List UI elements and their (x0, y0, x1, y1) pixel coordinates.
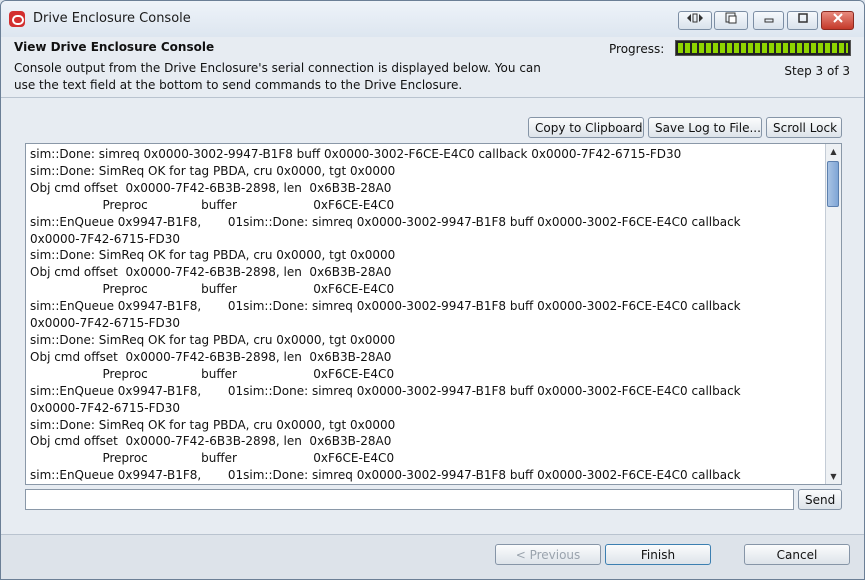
console-line: Obj cmd offset 0x0000-7F42-6B3B-2898, le… (30, 265, 392, 280)
console-line: sim::EnQueue 0x9947-B1F8, 01sim::Done: s… (30, 299, 741, 314)
progress-bar (675, 40, 851, 56)
console-line: sim::EnQueue 0x9947-B1F8, 01sim::Done: s… (30, 468, 741, 483)
console-panel: Copy to Clipboard Save Log to File... Sc… (1, 98, 864, 534)
send-button[interactable]: Send (798, 489, 842, 510)
oracle-logo-icon (9, 11, 25, 27)
wizard-header: View Drive Enclosure Console Console out… (1, 37, 864, 98)
console-output[interactable]: sim::Done: simreq 0x0000-3002-9947-B1F8 … (25, 143, 842, 485)
console-line: Preproc buffer 0xF6CE-E4C0 (30, 197, 395, 212)
scroll-down-icon[interactable]: ▼ (826, 469, 841, 484)
console-text: sim::Done: simreq 0x0000-3002-9947-B1F8 … (30, 146, 825, 484)
console-line: sim::EnQueue 0x9947-B1F8, 01sim::Done: s… (30, 383, 741, 398)
console-line: sim::EnQueue 0x9947-B1F8, 01sim::Done: s… (30, 214, 741, 229)
finish-button[interactable]: Finish (605, 544, 711, 565)
console-line: Obj cmd offset 0x0000-7F42-6B3B-2898, le… (30, 349, 392, 364)
step-indicator: Step 3 of 3 (784, 64, 850, 78)
tile-icon[interactable] (714, 11, 748, 30)
cancel-button[interactable]: Cancel (744, 544, 850, 565)
console-line: Obj cmd offset 0x0000-7F42-6B3B-2898, le… (30, 434, 392, 449)
copy-to-clipboard-button[interactable]: Copy to Clipboard (528, 117, 644, 138)
command-input[interactable] (25, 489, 794, 510)
console-line: Preproc buffer 0xF6CE-E4C0 (30, 282, 395, 297)
dialog-window: Drive Enclosure Console View Drive Enclo… (0, 0, 865, 580)
console-line: 0x0000-7F42-6715-FD30 (30, 400, 181, 415)
restore-icon[interactable] (678, 11, 712, 30)
scroll-thumb[interactable] (827, 161, 839, 207)
scroll-up-icon[interactable]: ▲ (826, 144, 841, 159)
console-line: sim::Done: SimReq OK for tag PBDA, cru 0… (30, 332, 396, 347)
console-line: sim::Done: SimReq OK for tag PBDA, cru 0… (30, 248, 396, 263)
console-line: Preproc buffer 0xF6CE-E4C0 (30, 366, 395, 381)
progress-fill (678, 43, 848, 53)
save-log-button[interactable]: Save Log to File... (648, 117, 762, 138)
scroll-lock-button[interactable]: Scroll Lock (766, 117, 842, 138)
window-title: Drive Enclosure Console (33, 11, 191, 26)
vertical-scrollbar[interactable]: ▲ ▼ (825, 144, 841, 484)
console-line: sim::Done: SimReq OK for tag PBDA, cru 0… (30, 417, 396, 432)
console-line: 0x0000-7F42-6715-FD30 (30, 231, 181, 246)
title-bar: Drive Enclosure Console (1, 1, 864, 38)
console-line: sim::Done: SimReq OK for tag PBDA, cru 0… (30, 163, 396, 178)
console-line: Obj cmd offset 0x0000-7F42-6B3B-2898, le… (30, 180, 392, 195)
page-description: Console output from the Drive Enclosure'… (14, 61, 541, 92)
page-title: View Drive Enclosure Console (14, 40, 215, 54)
console-line: Preproc buffer 0xF6CE-E4C0 (30, 451, 395, 466)
wizard-footer: < Previous Finish Cancel (1, 534, 864, 579)
minimize-icon[interactable] (753, 11, 784, 30)
console-line: sim::Done: simreq 0x0000-3002-9947-B1F8 … (30, 147, 682, 161)
progress-label: Progress: (609, 42, 665, 56)
console-line: 0x0000-7F42-6715-FD30 (30, 316, 181, 331)
close-icon[interactable] (821, 11, 854, 30)
previous-button[interactable]: < Previous (495, 544, 601, 565)
maximize-icon[interactable] (787, 11, 818, 30)
